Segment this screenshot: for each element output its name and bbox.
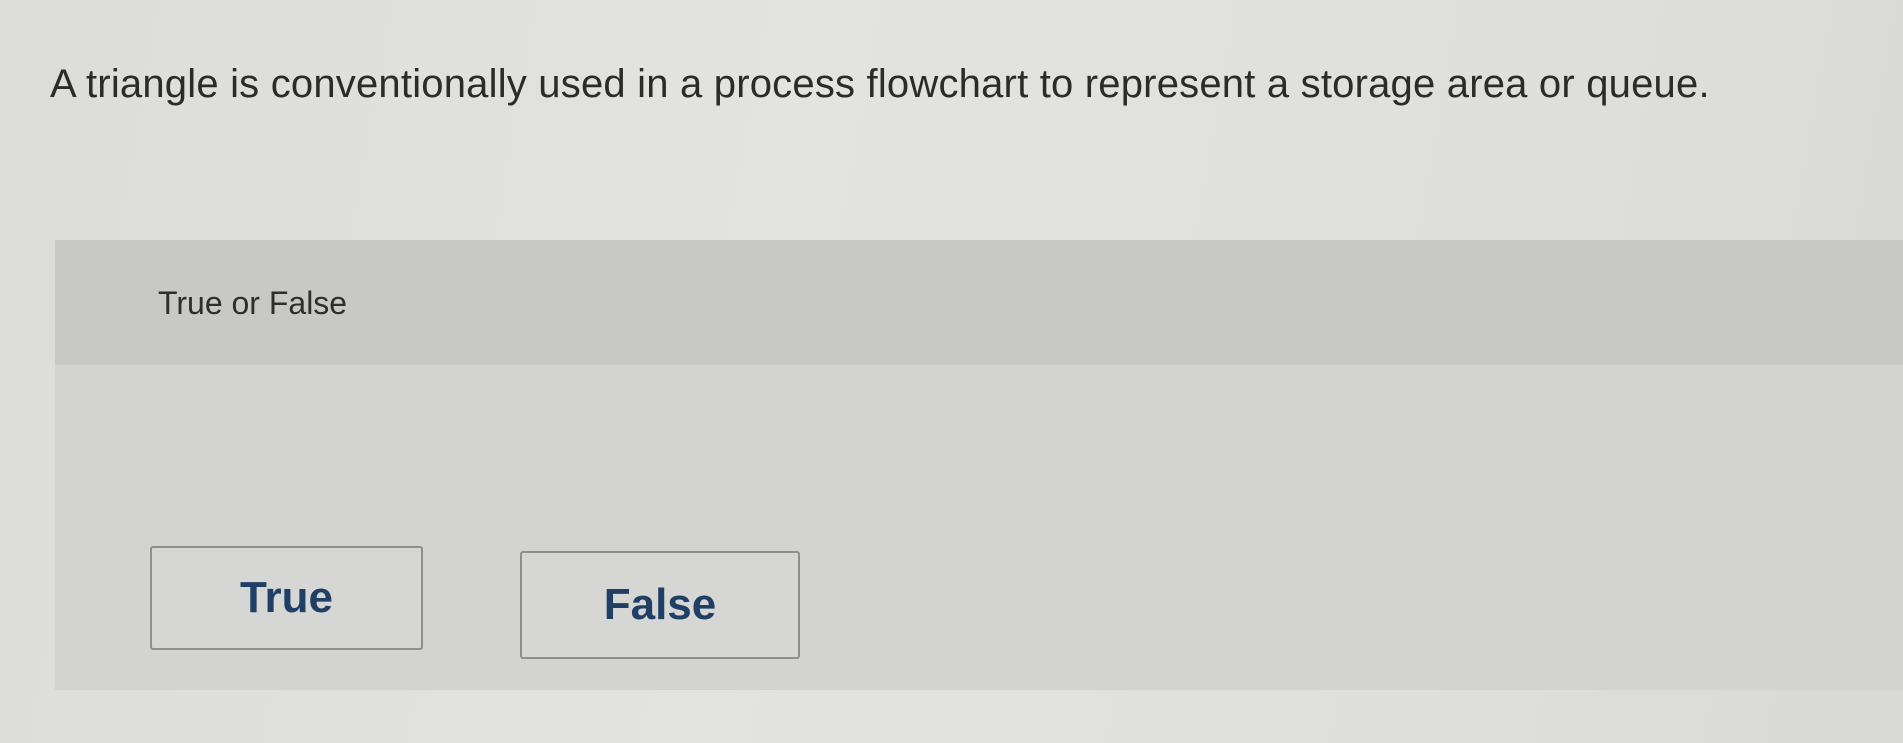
instruction-text: True or False [158,285,348,321]
question-text: A triangle is conventionally used in a p… [50,62,1710,106]
false-option-button[interactable]: False [520,551,800,659]
answer-panel: True or False True False [55,240,1903,690]
true-option-button[interactable]: True [150,546,423,650]
answer-panel-header: True or False [55,240,1903,365]
